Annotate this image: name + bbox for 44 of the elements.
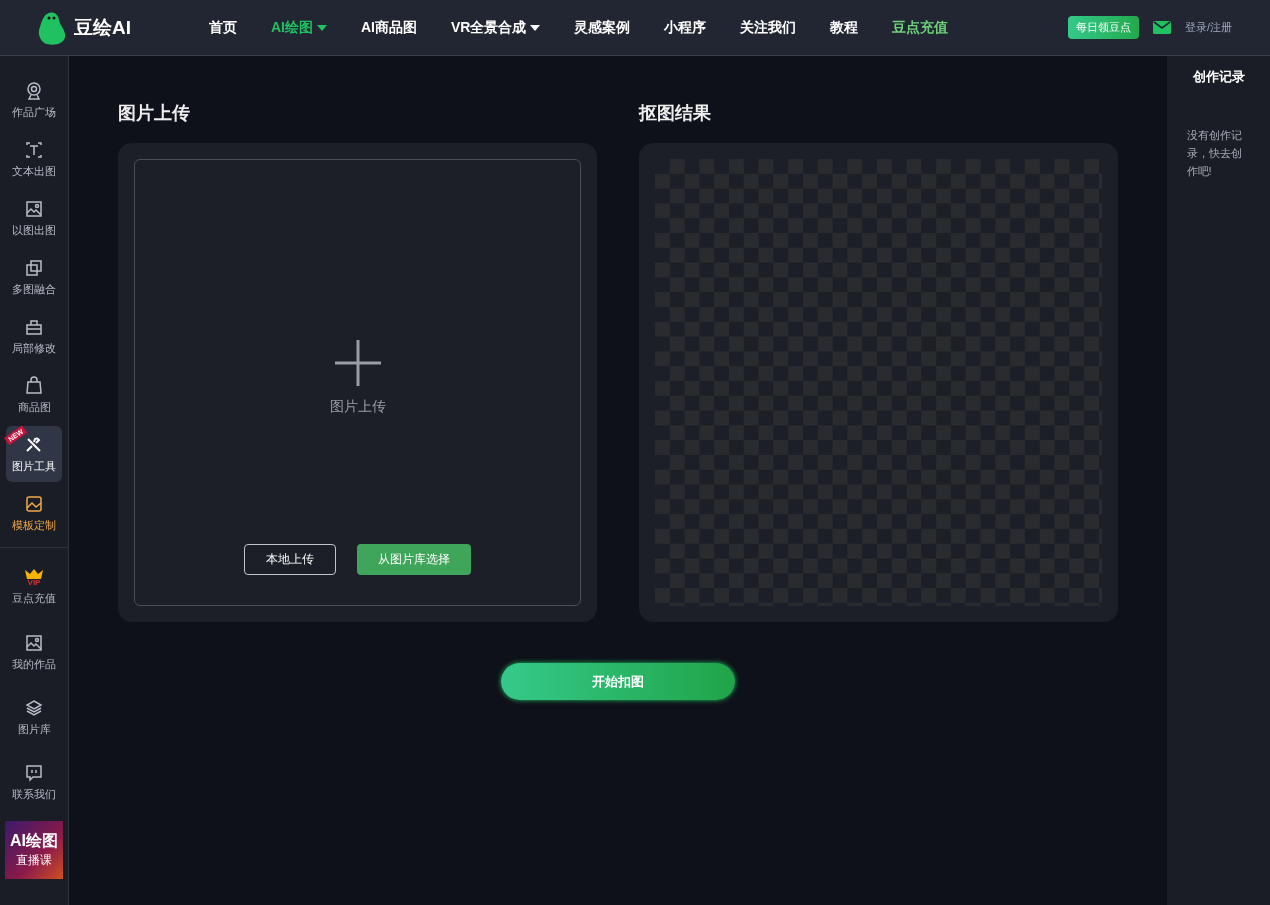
sidebar-icon (24, 762, 44, 783)
upload-button[interactable]: 本地上传 (244, 544, 336, 575)
login-link[interactable]: 登录/注册 (1184, 20, 1232, 35)
plus-icon (334, 340, 381, 386)
sidebar-icon (24, 139, 44, 160)
live-course-banner[interactable]: AI绘图 直播课 (5, 821, 63, 879)
sidebar-icon (24, 375, 44, 396)
sidebar-icon (24, 632, 44, 653)
nav-link[interactable]: 小程序 (647, 18, 724, 37)
mail-icon[interactable] (1152, 21, 1171, 34)
sidebar-item[interactable]: VIP 豆点充值 (6, 556, 62, 618)
section-title: 图片上传 (118, 102, 191, 125)
nav-link[interactable]: AI商品图 (344, 18, 434, 37)
sidebar-item[interactable]: 模板定制 (6, 485, 62, 541)
sidebar-item[interactable]: 图片库 (6, 686, 62, 748)
vip-label: VIP (27, 578, 41, 587)
sidebar-item[interactable]: 我的作品 (6, 621, 62, 683)
upload-dropzone[interactable]: 图片上传 本地上传 从图片库选择 (134, 159, 581, 606)
sidebar-item[interactable]: 文本出图 (6, 131, 62, 187)
nav-link[interactable]: 灵感案例 (557, 18, 648, 37)
nav-link[interactable]: AI绘图 (254, 18, 344, 37)
sidebar-item[interactable]: 联系我们 (6, 751, 62, 813)
sidebar-item[interactable]: 以图出图 (6, 190, 62, 246)
sidebar-icon (24, 493, 44, 514)
history-title: 创作记录 (1192, 68, 1245, 86)
sidebar-item[interactable]: 商品图 (6, 367, 62, 423)
nav-link[interactable]: 教程 (813, 18, 876, 37)
sidebar-icon (24, 257, 44, 278)
sidebar-item[interactable]: 作品广场 (6, 72, 62, 128)
upload-hint: 图片上传 (329, 398, 386, 416)
nav-link[interactable]: 首页 (192, 18, 254, 37)
nav-link[interactable]: 关注我们 (723, 18, 814, 37)
nav-link[interactable]: 豆点充值 (875, 18, 966, 37)
bean-logo-icon (38, 10, 66, 45)
sidebar-icon (24, 80, 44, 101)
sidebar-item[interactable]: 局部修改 (6, 308, 62, 364)
history-empty-text: 没有创作记录，快去创作吧! (1186, 128, 1243, 179)
section-title: 抠图结果 (639, 102, 712, 125)
crown-icon (24, 568, 44, 579)
sidebar-item[interactable]: 多图融合 (6, 249, 62, 305)
nav-link[interactable]: VR全景合成 (434, 18, 558, 37)
sidebar-icon (24, 697, 44, 718)
sidebar-icon (24, 198, 44, 219)
logo-text: 豆绘AI (74, 15, 131, 40)
